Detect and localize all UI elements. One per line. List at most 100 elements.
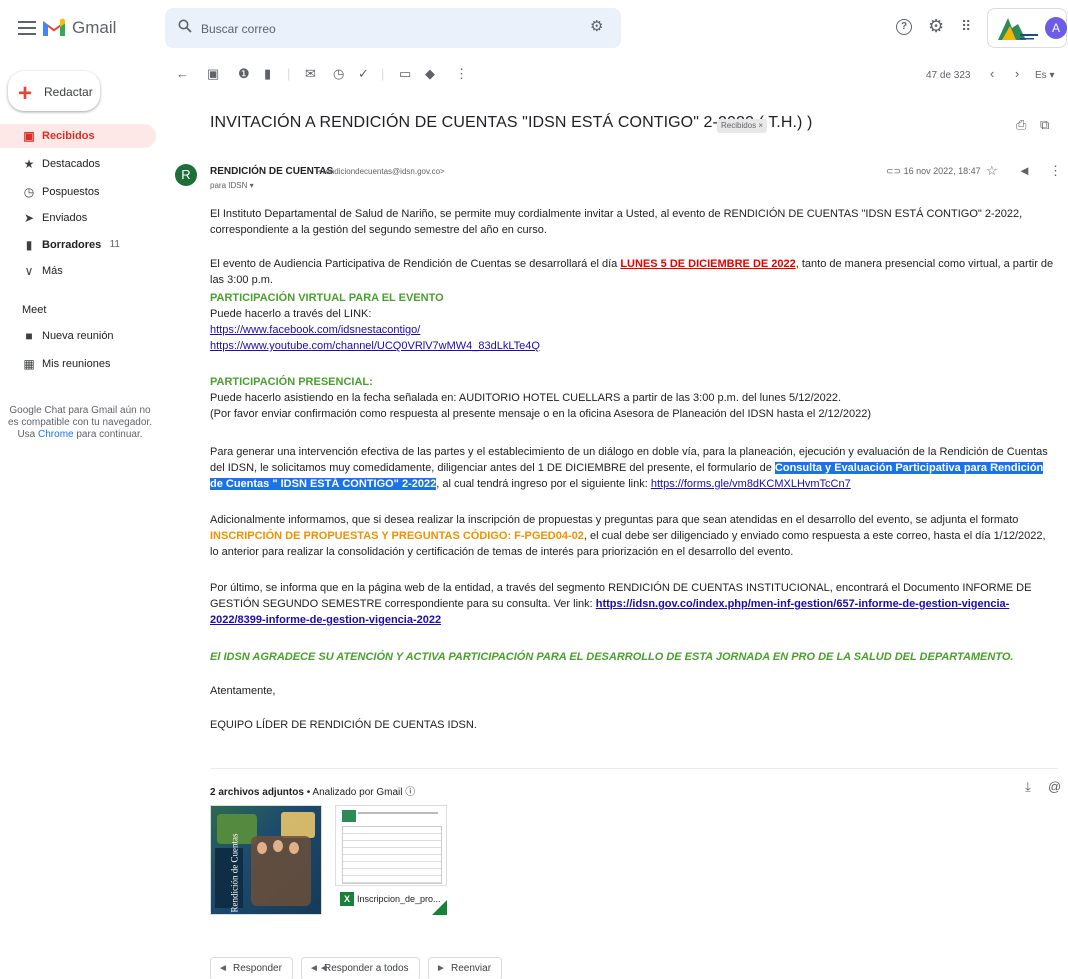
sidebar-item-inbox[interactable]: ▣ Recibidos: [0, 124, 156, 148]
search-icon[interactable]: [178, 19, 192, 33]
sender-avatar: R: [175, 164, 197, 186]
meet-item-label: Mis reuniones: [42, 358, 111, 370]
sidebar-item-more[interactable]: ∨ Más: [0, 259, 156, 283]
compose-label[interactable]: Redactar: [44, 85, 93, 99]
attachment-file-name[interactable]: Inscripcion_de_pro...: [357, 894, 441, 904]
chat-unsupported-note: Google Chat para Gmail aún no es compati…: [4, 405, 156, 441]
body-paragraph-2: El evento de Audiencia Participativa de …: [210, 256, 1056, 288]
format-code: INSCRIPCIÓN DE PROPUESTAS Y PREGUNTAS CÓ…: [210, 530, 584, 542]
meet-item-label: Nueva reunión: [42, 330, 114, 342]
report-spam-icon[interactable]: ❶: [238, 66, 250, 82]
sidebar-item-starred[interactable]: ★ Destacados: [0, 152, 156, 176]
star-outline-icon[interactable]: ☆: [986, 164, 998, 177]
regards: Atentamente,: [210, 685, 276, 697]
reply-all-icon: ◄◄: [309, 963, 329, 974]
newer-chevron-icon[interactable]: ›: [1015, 66, 1019, 81]
sidebar-item-label: Más: [42, 265, 63, 277]
attachments-divider: [210, 768, 1058, 769]
sender-email: <rendiciondecuentas@idsn.gov.co>: [318, 167, 445, 176]
help-icon[interactable]: ?: [896, 19, 912, 35]
inbox-label-chip[interactable]: Recibidos ×: [717, 119, 768, 133]
attachment-image-text: Rendición de Cuentas: [229, 833, 240, 913]
presencial-text-2: (Por favor enviar confirmación como resp…: [210, 408, 871, 420]
more-options-icon[interactable]: ⋮: [455, 66, 468, 82]
p4-text-a: Adicionalmente informamos, que si desea …: [210, 514, 1019, 526]
body-paragraph-1: El Instituto Departamental de Salud de N…: [210, 208, 1023, 236]
idsn-logo-icon: [998, 18, 1038, 40]
open-in-new-window-icon[interactable]: ⧉: [1040, 118, 1049, 131]
meet-my-meetings[interactable]: ▦ Mis reuniones: [0, 352, 156, 376]
reply-arrow-icon: ◄: [218, 963, 228, 974]
search-options-icon[interactable]: ⚙: [590, 19, 603, 34]
attachment-indicator-icon: ⊂⊃: [886, 166, 904, 176]
sidebar-item-drafts[interactable]: ▮ Borradores 11: [0, 233, 156, 257]
search-input[interactable]: Buscar correo: [201, 22, 276, 36]
sidebar-item-snoozed[interactable]: ◷ Pospuestos: [0, 180, 156, 204]
pagination-count: 47 de 323: [926, 70, 971, 81]
email-date: ⊂⊃ 16 nov 2022, 18:47: [886, 166, 981, 177]
virtual-text: Puede hacerlo a través del LINK:: [210, 308, 372, 320]
clock-icon: ◷: [23, 185, 35, 199]
sidebar-item-sent[interactable]: ➤ Enviados: [0, 206, 156, 230]
youtube-link[interactable]: https://www.youtube.com/channel/UCQ0VRlV…: [210, 340, 540, 352]
chrome-link[interactable]: Chrome: [38, 429, 74, 440]
delete-icon[interactable]: ▮: [264, 66, 271, 82]
recipients-dropdown[interactable]: para IDSN ▾: [210, 181, 254, 190]
archive-icon[interactable]: ▣: [207, 66, 219, 82]
p2-text-a: El evento de Audiencia Participativa de …: [210, 258, 621, 270]
attachment-thumbnail-image[interactable]: Rendición de Cuentas: [210, 805, 322, 915]
meet-new-meeting[interactable]: ■ Nueva reunión: [0, 324, 156, 348]
language-label: Es: [1035, 70, 1047, 81]
app-name: Gmail: [72, 18, 117, 37]
mark-unread-icon[interactable]: ✉: [305, 66, 316, 82]
attachments-scan-note: • Analizado por Gmail ⓘ: [303, 787, 416, 798]
more-vert-icon[interactable]: ⋮: [1049, 164, 1062, 177]
older-chevron-icon[interactable]: ‹: [990, 66, 994, 81]
sidebar-item-label: Borradores: [42, 239, 102, 251]
video-icon: ■: [25, 329, 33, 343]
chat-note-text-end: para continuar.: [73, 429, 143, 440]
email-date-text: 16 nov 2022, 18:47: [903, 166, 981, 176]
body-paragraph-3: Para generar una intervención efectiva d…: [210, 444, 1056, 492]
input-language-selector[interactable]: Es ▾: [1035, 70, 1054, 81]
toolbar-divider: |: [287, 66, 291, 81]
meet-heading: Meet: [22, 304, 47, 316]
label-icon[interactable]: ◆: [425, 66, 435, 82]
attachments-header: 2 archivos adjuntos • Analizado por Gmai…: [210, 783, 415, 798]
apps-grid-icon[interactable]: ⠿: [961, 19, 971, 33]
excel-file-icon: X: [340, 892, 354, 906]
inbox-icon: ▣: [23, 129, 35, 143]
back-arrow-icon[interactable]: ←: [176, 66, 189, 81]
closing-message: El IDSN AGRADECE SU ATENCIÓN Y ACTIVA PA…: [210, 651, 1014, 663]
reply-all-button[interactable]: ◄◄ Responder a todos: [301, 957, 420, 979]
sidebar-item-label: Destacados: [42, 158, 101, 170]
account-avatar[interactable]: A: [1045, 17, 1067, 39]
add-to-drive-icon[interactable]: @: [1048, 780, 1061, 793]
sidebar-item-label: Enviados: [42, 212, 88, 224]
compose-plus-icon[interactable]: +: [18, 80, 32, 108]
sidebar-item-label: Pospuestos: [42, 186, 100, 198]
reply-button[interactable]: ◄ Responder: [210, 957, 293, 979]
form-link[interactable]: https://forms.gle/vm8dKCMXLHvmTcCn7: [651, 478, 851, 490]
chevron-down-icon: ∨: [24, 264, 34, 278]
sender-name[interactable]: RENDICIÓN DE CUENTAS: [210, 166, 333, 177]
virtual-section: PARTICIPACIÓN VIRTUAL PARA EL EVENTO Pue…: [210, 290, 1056, 354]
attachments-count: 2 archivos adjuntos: [210, 787, 304, 798]
forward-arrow-icon: ►: [436, 963, 446, 974]
print-icon[interactable]: ⎙: [1016, 118, 1026, 131]
forward-button[interactable]: ► Reenviar: [428, 957, 503, 979]
main-menu-icon[interactable]: [18, 21, 36, 35]
add-to-tasks-icon[interactable]: ✓: [358, 66, 369, 82]
move-to-icon[interactable]: ▭: [399, 66, 411, 82]
sidebar-item-label: Recibidos: [42, 130, 95, 142]
snooze-icon[interactable]: ◷: [333, 66, 344, 82]
facebook-link[interactable]: https://www.facebook.com/idsnestacontigo…: [210, 324, 420, 336]
signature: EQUIPO LÍDER DE RENDICIÓN DE CUENTAS IDS…: [210, 719, 477, 731]
drafts-count: 11: [109, 239, 120, 250]
settings-gear-icon[interactable]: ⚙: [928, 17, 944, 35]
file-icon: ▮: [25, 238, 33, 252]
download-all-icon[interactable]: ⤓: [1025, 780, 1031, 793]
toolbar-divider-2: |: [381, 66, 385, 81]
gmail-logo-icon[interactable]: [42, 17, 66, 37]
reply-icon[interactable]: ◄: [1018, 164, 1031, 177]
